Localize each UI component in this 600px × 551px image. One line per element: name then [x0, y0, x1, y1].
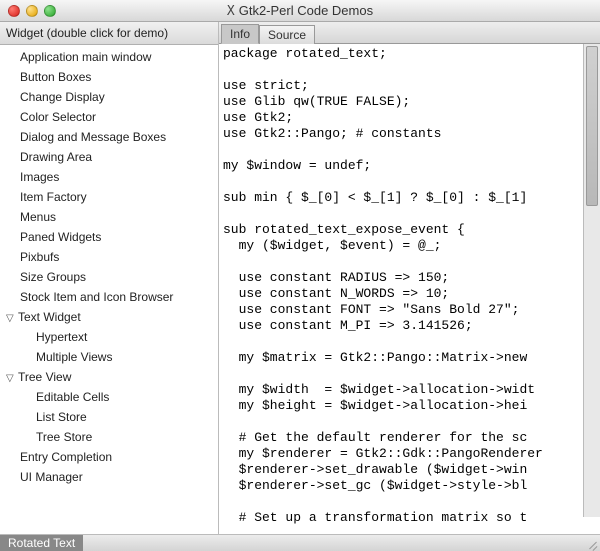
tree-item-label: Menus	[20, 210, 56, 224]
tree-item-label: Color Selector	[20, 110, 96, 124]
tree-item[interactable]: Editable Cells	[0, 387, 218, 407]
tree-item-label: Images	[20, 170, 59, 184]
tab-source[interactable]: Source	[259, 25, 315, 44]
zoom-icon[interactable]	[44, 5, 56, 17]
tree-item-label: Paned Widgets	[20, 230, 101, 244]
tree-item[interactable]: Dialog and Message Boxes	[0, 127, 218, 147]
tree-item[interactable]: Entry Completion	[0, 447, 218, 467]
tree-item[interactable]: ▽Tree View	[0, 367, 218, 387]
tree-item[interactable]: Hypertext	[0, 327, 218, 347]
sidebar-header: Widget (double click for demo)	[0, 22, 218, 45]
disclosure-triangle-icon[interactable]: ▽	[6, 373, 16, 384]
tree-item-label: Change Display	[20, 90, 105, 104]
tree-item-label: Drawing Area	[20, 150, 92, 164]
minimize-icon[interactable]	[26, 5, 38, 17]
vertical-scrollbar[interactable]	[583, 44, 600, 517]
resize-grip-icon[interactable]	[584, 535, 600, 551]
widget-tree[interactable]: Application main window Button Boxes Chang…	[0, 45, 218, 534]
tree-item[interactable]: Size Groups	[0, 267, 218, 287]
tree-item-label: Size Groups	[20, 270, 86, 284]
close-icon[interactable]	[8, 5, 20, 17]
status-label: Rotated Text	[0, 535, 83, 551]
titlebar: XGtk2-Perl Code Demos	[0, 0, 600, 22]
tree-item-label: Multiple Views	[36, 350, 112, 364]
tree-item[interactable]: Paned Widgets	[0, 227, 218, 247]
tree-item[interactable]: Pixbufs	[0, 247, 218, 267]
tree-item[interactable]: Application main window	[0, 47, 218, 67]
tree-item-label: Text Widget	[18, 310, 81, 324]
tree-item-label: Button Boxes	[20, 70, 91, 84]
tree-item-label: UI Manager	[20, 470, 83, 484]
main-panel: Info Source package rotated_text; use st…	[219, 22, 600, 534]
tab-info[interactable]: Info	[221, 24, 259, 44]
tree-item[interactable]: List Store	[0, 407, 218, 427]
window-controls	[0, 5, 56, 17]
tree-item[interactable]: Stock Item and Icon Browser	[0, 287, 218, 307]
tree-item-label: Tree View	[18, 370, 71, 384]
tree-item[interactable]: Item Factory	[0, 187, 218, 207]
tree-item-label: Editable Cells	[36, 390, 109, 404]
tree-item-label: Tree Store	[36, 430, 92, 444]
window-title: XGtk2-Perl Code Demos	[0, 3, 600, 19]
tree-item-label: Application main window	[20, 50, 151, 64]
disclosure-triangle-icon[interactable]: ▽	[6, 313, 16, 324]
tree-item[interactable]: Change Display	[0, 87, 218, 107]
code-area: package rotated_text; use strict; use Gl…	[219, 44, 600, 534]
tree-item-label: Dialog and Message Boxes	[20, 130, 166, 144]
content: Widget (double click for demo) Applicati…	[0, 22, 600, 534]
tree-item[interactable]: Tree Store	[0, 427, 218, 447]
tree-item-label: Stock Item and Icon Browser	[20, 290, 173, 304]
tree-item[interactable]: Menus	[0, 207, 218, 227]
tree-item[interactable]: Button Boxes	[0, 67, 218, 87]
tree-item[interactable]: UI Manager	[0, 467, 218, 487]
tree-item[interactable]: Drawing Area	[0, 147, 218, 167]
statusbar: Rotated Text	[0, 534, 600, 551]
tree-item-label: Entry Completion	[20, 450, 112, 464]
tree-item[interactable]: Multiple Views	[0, 347, 218, 367]
tree-item-label: List Store	[36, 410, 87, 424]
tree-item[interactable]: ▽Text Widget	[0, 307, 218, 327]
tree-item[interactable]: Color Selector	[0, 107, 218, 127]
sidebar: Widget (double click for demo) Applicati…	[0, 22, 219, 534]
tree-item-label: Pixbufs	[20, 250, 59, 264]
tree-item[interactable]: Images	[0, 167, 218, 187]
tab-bar: Info Source	[219, 22, 600, 44]
source-code[interactable]: package rotated_text; use strict; use Gl…	[219, 44, 600, 534]
tree-item-label: Hypertext	[36, 330, 87, 344]
tree-item-label: Item Factory	[20, 190, 87, 204]
scrollbar-thumb[interactable]	[586, 46, 598, 206]
